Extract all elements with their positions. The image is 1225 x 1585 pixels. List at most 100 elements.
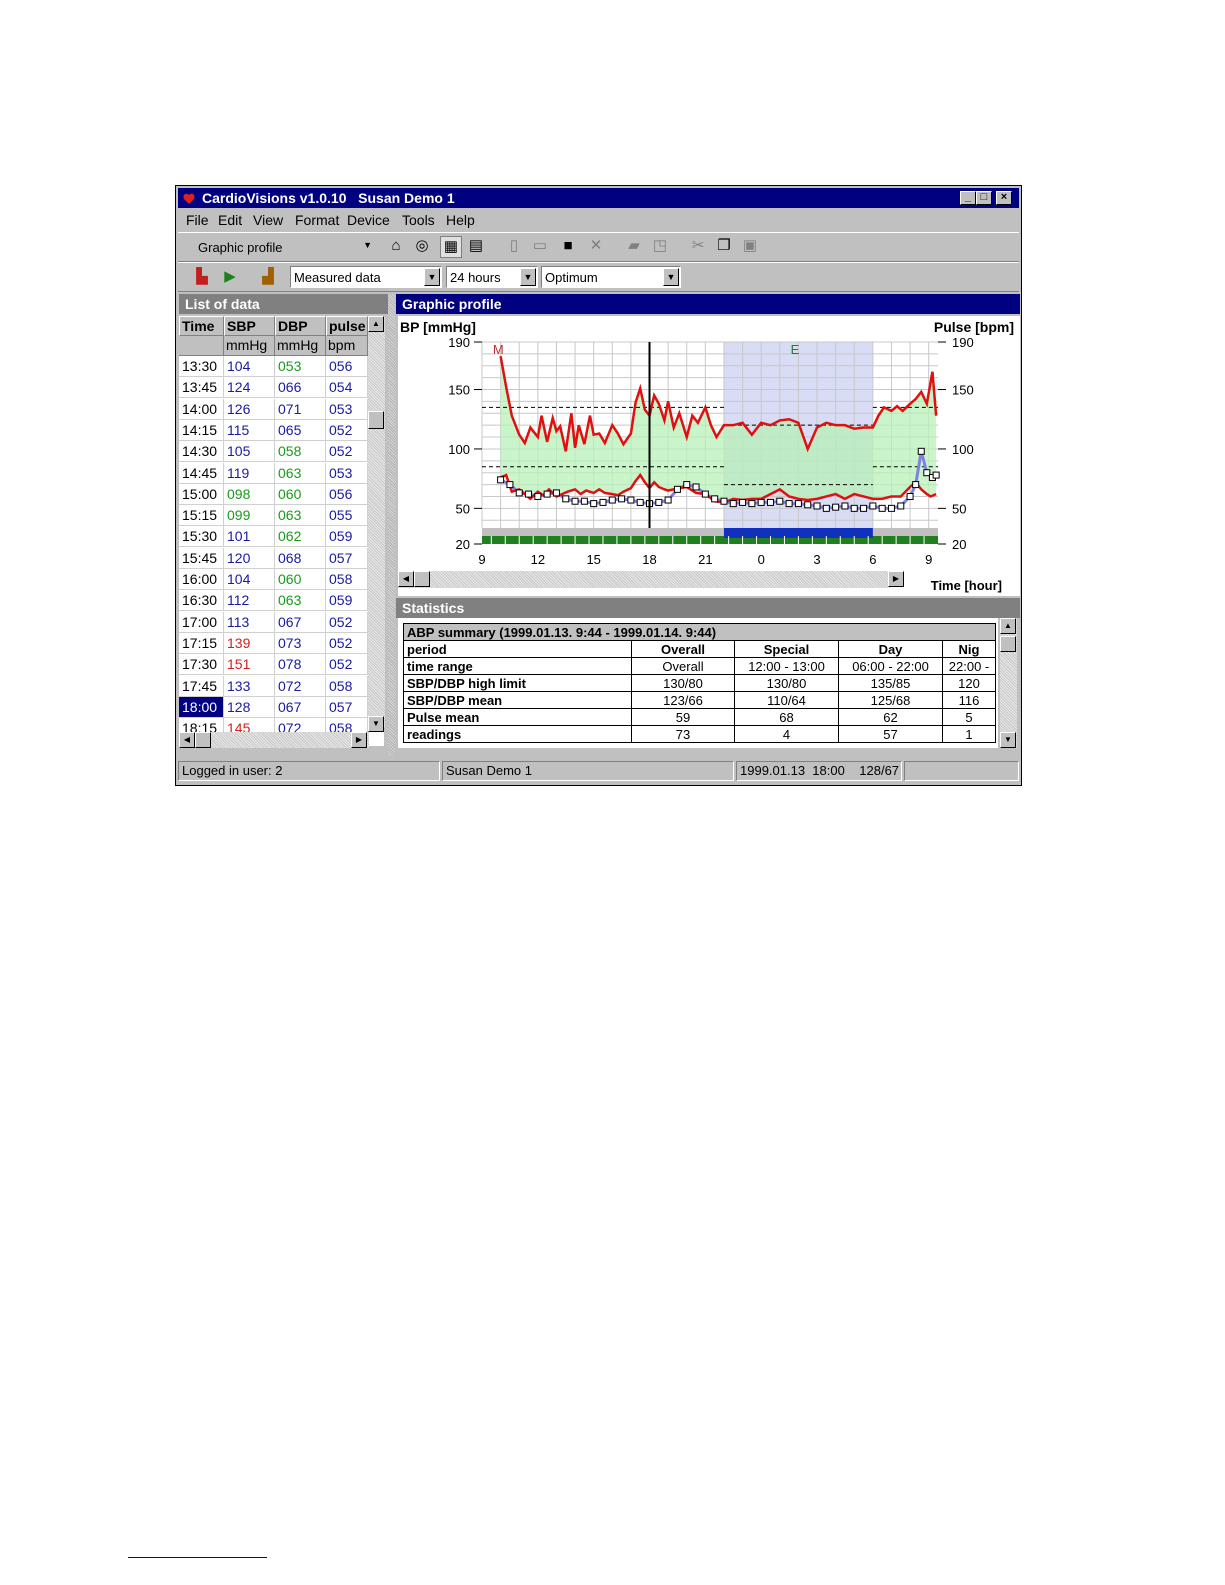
row-cell-pulse[interactable]: 054 [326,377,368,399]
print-icon[interactable]: ▰ [624,236,644,256]
menu-view[interactable]: View [253,212,283,228]
row-cell-time[interactable]: 17:15 [179,632,224,654]
row-cell-time[interactable]: 14:15 [179,419,224,441]
menu-format[interactable]: Format [295,212,339,228]
maximize-button[interactable]: □ [976,191,992,205]
row-cell-sbp[interactable]: 112 [224,590,275,612]
row-cell-dbp[interactable]: 053 [275,356,326,377]
column-header-time[interactable]: Time [179,316,224,336]
row-cell-dbp[interactable]: 063 [275,505,326,527]
row-cell-time[interactable]: 18:00 [179,696,224,718]
row-cell-pulse[interactable]: 052 [326,632,368,654]
row-cell-sbp[interactable]: 104 [224,356,275,377]
row-cell-dbp[interactable]: 058 [275,441,326,463]
open-folder-icon[interactable]: ▭ [530,236,550,256]
column-header-sbp[interactable]: SBP [224,316,275,336]
row-cell-sbp[interactable]: 139 [224,632,275,654]
scroll-thumb[interactable] [1000,636,1016,652]
row-cell-sbp[interactable]: 098 [224,483,275,505]
row-cell-dbp[interactable]: 065 [275,419,326,441]
row-cell-time[interactable]: 17:30 [179,654,224,676]
row-cell-pulse[interactable]: 052 [326,419,368,441]
export-icon[interactable]: ▶ [220,267,240,287]
chart-edit-icon[interactable]: ▤ [466,236,486,256]
time-range-select[interactable]: 24 hours ▼ [446,266,538,288]
row-cell-sbp[interactable]: 128 [224,696,275,718]
menu-edit[interactable]: Edit [218,212,242,228]
row-cell-dbp[interactable]: 062 [275,526,326,548]
disc-icon[interactable]: ◎ [412,236,432,256]
row-cell-sbp[interactable]: 124 [224,377,275,399]
column-header-pulse[interactable]: pulse [326,316,368,336]
home-icon[interactable]: ⌂ [386,236,406,256]
row-cell-pulse[interactable]: 055 [326,505,368,527]
scroll-left-icon[interactable]: ◀ [179,732,195,748]
row-cell-pulse[interactable]: 053 [326,462,368,484]
row-cell-sbp[interactable]: 151 [224,654,275,676]
row-cell-sbp[interactable]: 101 [224,526,275,548]
row-cell-time[interactable]: 16:30 [179,590,224,612]
scroll-thumb[interactable] [195,732,211,748]
new-file-icon[interactable]: ▯ [504,236,524,256]
row-cell-pulse[interactable]: 056 [326,483,368,505]
row-cell-dbp[interactable]: 078 [275,654,326,676]
row-cell-time[interactable]: 15:15 [179,505,224,527]
row-cell-dbp[interactable]: 073 [275,632,326,654]
row-cell-sbp[interactable]: 119 [224,462,275,484]
row-cell-dbp[interactable]: 067 [275,696,326,718]
report-icon[interactable]: ▙ [192,267,212,287]
scroll-down-icon[interactable]: ▼ [368,716,384,732]
row-cell-time[interactable]: 14:45 [179,462,224,484]
row-cell-sbp[interactable]: 120 [224,547,275,569]
row-cell-dbp[interactable]: 072 [275,675,326,697]
chevron-down-icon[interactable]: ▼ [424,268,440,286]
chevron-down-icon[interactable]: ▼ [663,268,679,286]
row-cell-time[interactable]: 15:45 [179,547,224,569]
row-cell-sbp[interactable]: 133 [224,675,275,697]
row-cell-dbp[interactable]: 067 [275,611,326,633]
row-cell-pulse[interactable]: 057 [326,696,368,718]
bp-chart[interactable]: M E BP [mmHg] Pulse [bpm] Time [hour] 190 190 1… [398,316,1020,596]
save-icon[interactable]: ■ [558,236,578,256]
row-cell-time[interactable]: 14:00 [179,398,224,420]
row-cell-sbp[interactable]: 099 [224,505,275,527]
menu-file[interactable]: File [186,212,209,228]
row-cell-dbp[interactable]: 068 [275,547,326,569]
limit-select[interactable]: Optimum ▼ [541,266,681,288]
print-preview-icon[interactable]: ◳ [650,236,670,256]
copy-icon[interactable]: ❐ [714,236,734,256]
row-cell-time[interactable]: 14:30 [179,441,224,463]
delete-icon[interactable]: ✕ [586,236,606,256]
row-cell-pulse[interactable]: 059 [326,526,368,548]
cut-icon[interactable]: ✂ [688,236,708,256]
row-cell-dbp[interactable]: 066 [275,377,326,399]
scroll-down-icon[interactable]: ▼ [1000,732,1016,748]
row-cell-pulse[interactable]: 052 [326,654,368,676]
scroll-up-icon[interactable]: ▲ [1000,618,1016,634]
data-type-select[interactable]: Measured data ▼ [290,266,442,288]
table-icon[interactable]: ▦ [440,236,462,258]
close-button[interactable]: × [996,191,1012,205]
row-cell-time[interactable]: 13:45 [179,377,224,399]
row-cell-dbp[interactable]: 063 [275,462,326,484]
row-cell-sbp[interactable]: 104 [224,569,275,590]
row-cell-pulse[interactable]: 059 [326,590,368,612]
view-selector[interactable]: Graphic profile ▼ [186,237,376,259]
row-cell-dbp[interactable]: 063 [275,590,326,612]
row-cell-sbp[interactable]: 126 [224,398,275,420]
menu-device[interactable]: Device [347,212,390,228]
row-cell-pulse[interactable]: 052 [326,441,368,463]
scroll-thumb[interactable] [414,571,430,587]
tools-icon[interactable]: ▟ [258,267,278,287]
title-bar[interactable]: CardioVisions v1.0.10 Susan Demo 1 _ □ × [178,188,1019,208]
row-cell-sbp[interactable]: 113 [224,611,275,633]
menu-tools[interactable]: Tools [402,212,435,228]
row-cell-time[interactable]: 15:30 [179,526,224,548]
row-cell-time[interactable]: 15:00 [179,483,224,505]
row-cell-pulse[interactable]: 057 [326,547,368,569]
pane-splitter[interactable] [388,294,395,756]
row-cell-dbp[interactable]: 060 [275,483,326,505]
scroll-left-icon[interactable]: ◀ [398,571,414,587]
row-cell-pulse[interactable]: 053 [326,398,368,420]
row-cell-pulse[interactable]: 052 [326,611,368,633]
